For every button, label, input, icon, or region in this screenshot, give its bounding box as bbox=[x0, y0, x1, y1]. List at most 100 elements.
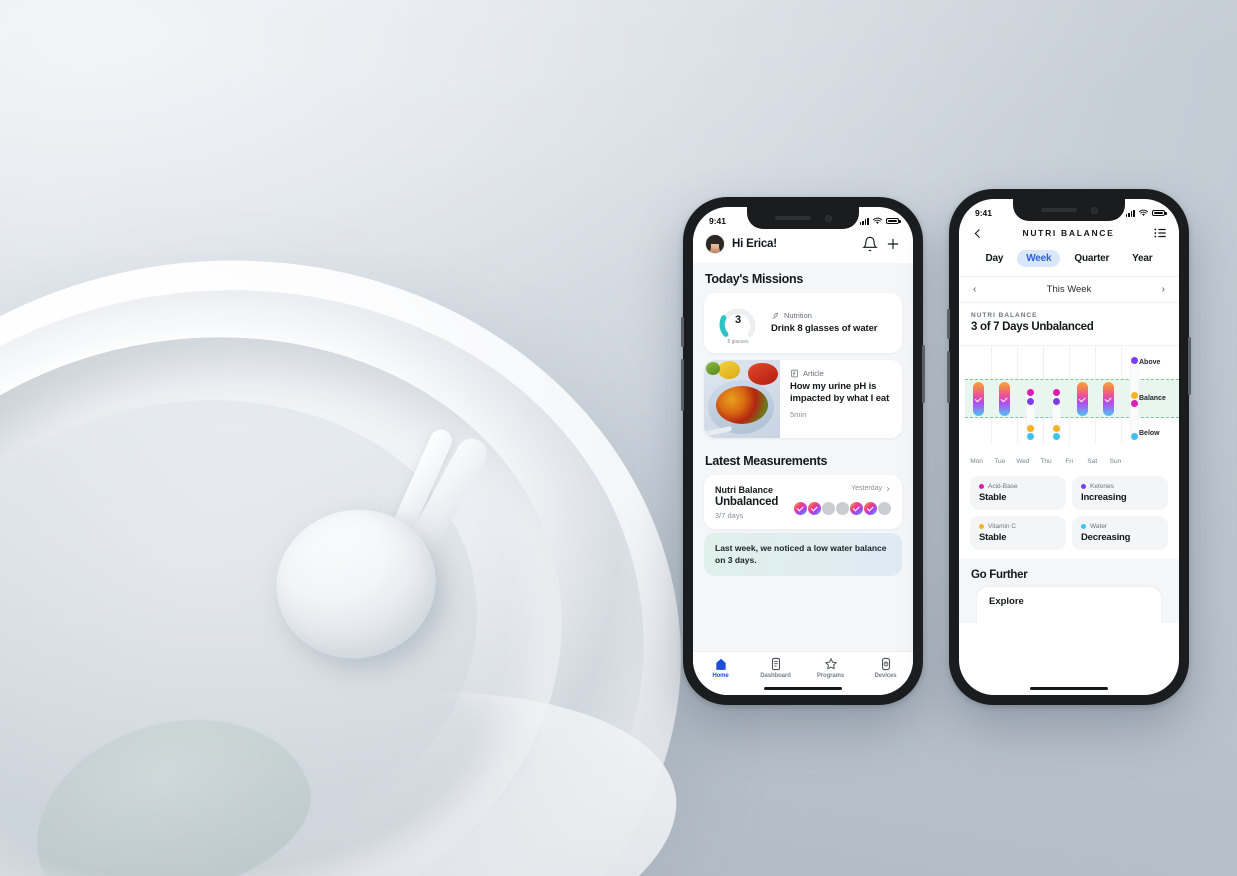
cellular-signal-icon-2 bbox=[1125, 209, 1135, 217]
hydration-count: 3 bbox=[734, 314, 742, 326]
nutri-balance-measurement-card[interactable]: Nutri Balance Yesterday Unbalanced 3/7 d… bbox=[704, 475, 902, 529]
metric-value: Stable bbox=[979, 532, 1007, 543]
chart-column-mon[interactable] bbox=[965, 346, 991, 445]
chart-column-thu[interactable] bbox=[1043, 346, 1069, 445]
metric-card-water[interactable]: Water Decreasing bbox=[1072, 516, 1168, 550]
chart-point-vitamin-c bbox=[1026, 424, 1034, 432]
metric-cards-grid: Acid-Base Stable Ketones Increasing Vitamin … bbox=[959, 467, 1179, 550]
day-label: Sat bbox=[1087, 458, 1098, 465]
mission-text-block: Nutrition Drink 8 glasses of water bbox=[771, 311, 877, 335]
metric-value: Decreasing bbox=[1081, 532, 1131, 543]
tab-dashboard[interactable]: Dashboard bbox=[748, 657, 803, 679]
measurement-name: Nutri Balance bbox=[715, 485, 774, 495]
measurements-section-title: Latest Measurements bbox=[705, 454, 828, 468]
chart-zone-labels: Above Balance Below bbox=[1127, 346, 1175, 445]
chart-point-acid-base bbox=[1052, 388, 1060, 396]
metric-header: Acid-Base bbox=[979, 483, 1057, 490]
chart-column-sat[interactable] bbox=[1095, 346, 1121, 445]
battery-icon bbox=[886, 217, 901, 225]
week-label: This Week bbox=[1046, 284, 1092, 295]
earpiece-speaker bbox=[774, 216, 811, 220]
home-indicator[interactable] bbox=[764, 686, 842, 690]
earpiece-speaker-2 bbox=[1040, 208, 1077, 212]
home-header: Hi Erica! bbox=[693, 231, 913, 263]
go-further-section: Go Further Explore bbox=[959, 559, 1179, 623]
mission-category-label: Nutrition bbox=[784, 311, 812, 321]
chart-point-water bbox=[1026, 432, 1034, 440]
metric-card-vitamin-c[interactable]: Vitamin C Stable bbox=[970, 516, 1066, 550]
day-dot bbox=[878, 501, 891, 515]
weekly-day-dots bbox=[794, 501, 891, 515]
day-label: Tue bbox=[994, 458, 1006, 465]
dashboard-icon bbox=[771, 657, 780, 671]
plus-icon[interactable] bbox=[885, 236, 901, 252]
metric-color-dot bbox=[979, 524, 984, 529]
detail-headline: 3 of 7 Days Unbalanced bbox=[971, 321, 1094, 333]
home-content: Today's Missions 3 8 glasses Nutrition D… bbox=[693, 263, 913, 651]
measurement-status-block: Unbalanced 3/7 days bbox=[715, 496, 778, 520]
segment-year[interactable]: Year bbox=[1123, 250, 1161, 267]
missions-section-title: Today's Missions bbox=[705, 272, 803, 286]
metric-header: Ketones bbox=[1081, 483, 1159, 490]
balanced-day-pill bbox=[1102, 382, 1114, 416]
segment-quarter[interactable]: Quarter bbox=[1065, 250, 1118, 267]
tab-label: Dashboard bbox=[760, 673, 791, 679]
article-icon bbox=[791, 369, 798, 378]
tab-devices[interactable]: Devices bbox=[858, 657, 913, 679]
metric-color-dot bbox=[1081, 524, 1086, 529]
nutri-balance-chart: Mon Tue Wed Thu Fri Sat Sun Above Balance Below bbox=[959, 345, 1179, 467]
tab-programs[interactable]: Programs bbox=[803, 657, 858, 679]
greeting-text: Hi Erica! bbox=[732, 238, 777, 250]
zone-label-below: Below bbox=[1139, 429, 1160, 437]
detail-header: NUTRI BALANCE bbox=[959, 223, 1179, 250]
mission-title: Drink 8 glasses of water bbox=[771, 323, 878, 335]
chevron-left-icon[interactable] bbox=[971, 227, 984, 240]
article-thumbnail bbox=[704, 360, 780, 438]
chart-column-wed[interactable] bbox=[1017, 346, 1043, 445]
chart-column-fri[interactable] bbox=[1069, 346, 1095, 445]
phone-power-button[interactable] bbox=[922, 345, 925, 403]
avatar[interactable] bbox=[705, 234, 725, 254]
day-dot bbox=[808, 501, 821, 515]
zone-label-balance: Balance bbox=[1139, 394, 1166, 402]
wifi-icon-2 bbox=[1138, 209, 1149, 216]
metric-card-acid-base[interactable]: Acid-Base Stable bbox=[970, 476, 1066, 510]
chart-column-tue[interactable] bbox=[991, 346, 1017, 445]
metric-color-dot bbox=[1081, 484, 1086, 489]
star-icon bbox=[824, 658, 837, 670]
tab-home[interactable]: Home bbox=[693, 657, 748, 679]
article-category-row: Article bbox=[790, 369, 892, 378]
home-indicator-2[interactable] bbox=[1030, 686, 1108, 690]
segment-day[interactable]: Day bbox=[977, 250, 1013, 267]
next-week-button[interactable]: › bbox=[1162, 284, 1165, 295]
chart-point-ketones bbox=[1026, 397, 1034, 405]
prev-week-button[interactable]: ‹ bbox=[973, 284, 976, 295]
phone-home-device: 9:41 Hi Erica! Today's Missions 3 8 glas… bbox=[681, 197, 925, 705]
mission-card-hydration[interactable]: 3 8 glasses Nutrition Drink 8 glasses of… bbox=[704, 293, 902, 353]
status-indicators bbox=[859, 217, 901, 225]
phone-notch-2 bbox=[1013, 199, 1125, 221]
status-time: 9:41 bbox=[709, 216, 727, 226]
metric-header: Vitamin C bbox=[979, 523, 1057, 530]
balanced-day-pill bbox=[1076, 382, 1088, 416]
segment-week[interactable]: Week bbox=[1017, 250, 1061, 267]
metric-card-ketones[interactable]: Ketones Increasing bbox=[1072, 476, 1168, 510]
day-label: Wed bbox=[1016, 458, 1030, 465]
day-dot bbox=[864, 501, 877, 515]
week-navigator: ‹ This Week › bbox=[959, 276, 1179, 303]
measurement-timestamp: Yesterday bbox=[851, 485, 891, 492]
chart-point-ketones bbox=[1052, 397, 1060, 405]
article-card[interactable]: Article How my urine pH is impacted by w… bbox=[704, 360, 902, 438]
front-camera bbox=[824, 214, 832, 222]
metric-name: Ketones bbox=[1090, 483, 1114, 490]
go-further-title: Go Further bbox=[971, 569, 1028, 581]
cellular-signal-icon bbox=[859, 217, 869, 225]
tab-label: Devices bbox=[874, 673, 897, 679]
measurement-bottom-row: Unbalanced 3/7 days bbox=[715, 496, 891, 520]
phone-power-button-2[interactable] bbox=[1188, 337, 1191, 395]
explore-card[interactable]: Explore bbox=[977, 587, 1161, 623]
balanced-day-pill bbox=[972, 382, 984, 416]
metric-name: Water bbox=[1090, 523, 1108, 530]
list-icon[interactable] bbox=[1153, 226, 1167, 240]
bell-icon[interactable] bbox=[862, 236, 878, 252]
